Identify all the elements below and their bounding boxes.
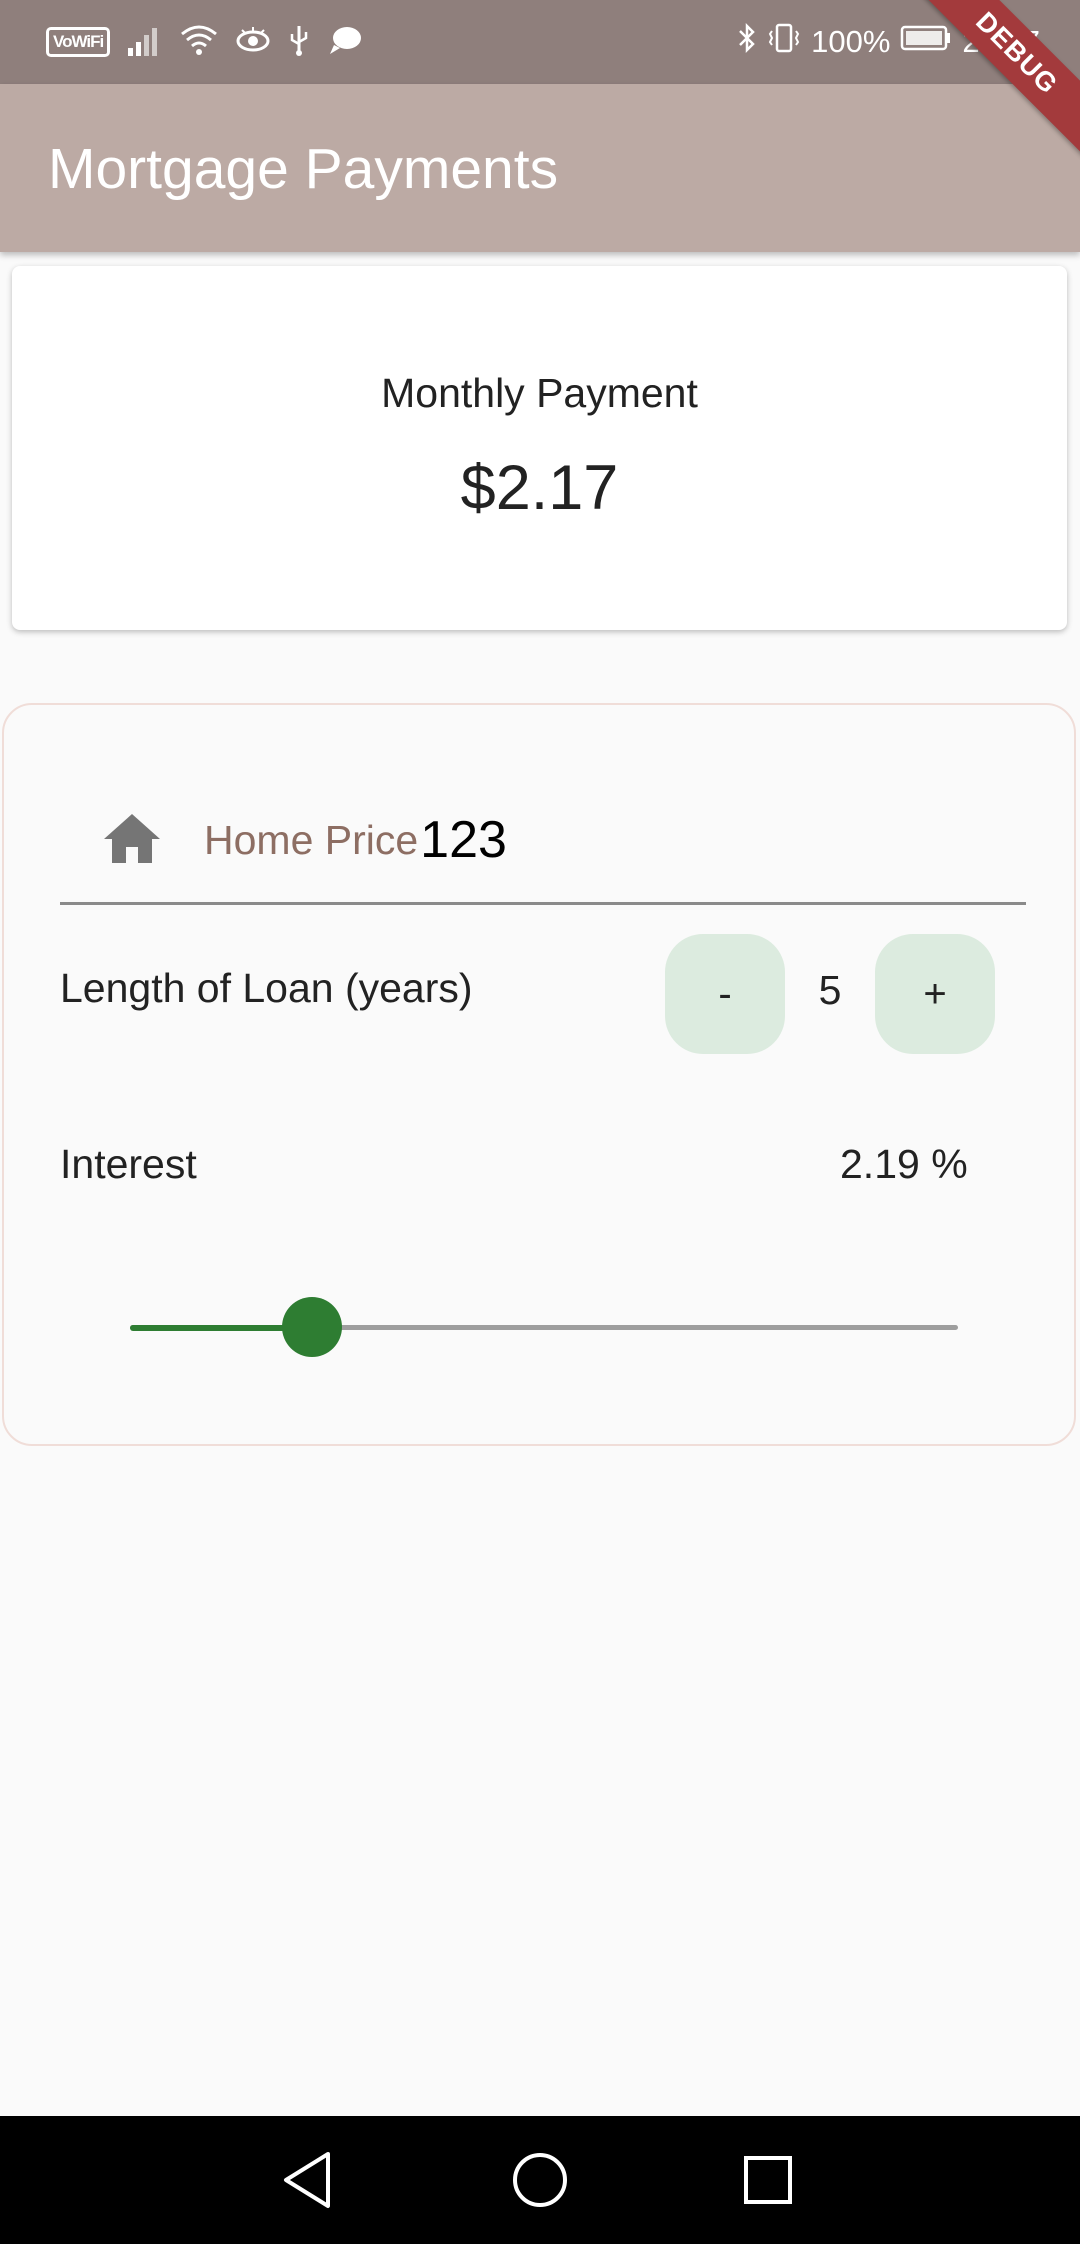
home-price-label: Home Price [204, 816, 419, 863]
vibrate-icon [767, 22, 801, 62]
wifi-icon [180, 24, 218, 61]
app-bar: Mortgage Payments [0, 84, 1080, 252]
home-price-underline [60, 902, 1026, 905]
back-icon[interactable] [276, 2148, 340, 2212]
home-price-field[interactable]: Home Price 123 [102, 805, 507, 875]
monthly-payment-value: $2.17 [460, 453, 619, 523]
home-icon [102, 811, 162, 870]
interest-label: Interest [60, 1141, 197, 1187]
loan-length-label: Length of Loan (years) [60, 965, 473, 1011]
monthly-payment-label: Monthly Payment [381, 370, 698, 416]
slider-thumb[interactable] [282, 1297, 343, 1357]
bluetooth-icon [737, 22, 757, 62]
chat-icon [328, 25, 362, 60]
battery-percent: 100% [811, 24, 891, 59]
loan-length-value: 5 [818, 967, 842, 1013]
battery-icon [900, 24, 952, 60]
mortgage-form-panel: Home Price 123 Length of Loan (years) - … [2, 703, 1076, 1446]
system-nav-bar [0, 2116, 1080, 2244]
interest-slider[interactable] [130, 1297, 958, 1357]
signal-icon [128, 24, 162, 61]
decrement-years-button[interactable]: - [665, 934, 785, 1054]
status-left-icons: VoWiFi [46, 22, 362, 62]
page-title: Mortgage Payments [48, 137, 559, 201]
home-circle-icon[interactable] [508, 2148, 572, 2212]
status-bar: VoWiFi 100% 23:27 [0, 0, 1080, 84]
monthly-payment-card: Monthly Payment $2.17 [12, 266, 1067, 630]
eye-icon [236, 26, 270, 59]
increment-years-button[interactable]: + [875, 934, 995, 1054]
recents-icon[interactable] [736, 2148, 800, 2212]
interest-value: 2.19 % [840, 1141, 968, 1187]
home-price-input[interactable]: 123 [420, 810, 507, 870]
usb-icon [288, 24, 310, 61]
vowifi-icon: VoWiFi [46, 27, 111, 57]
